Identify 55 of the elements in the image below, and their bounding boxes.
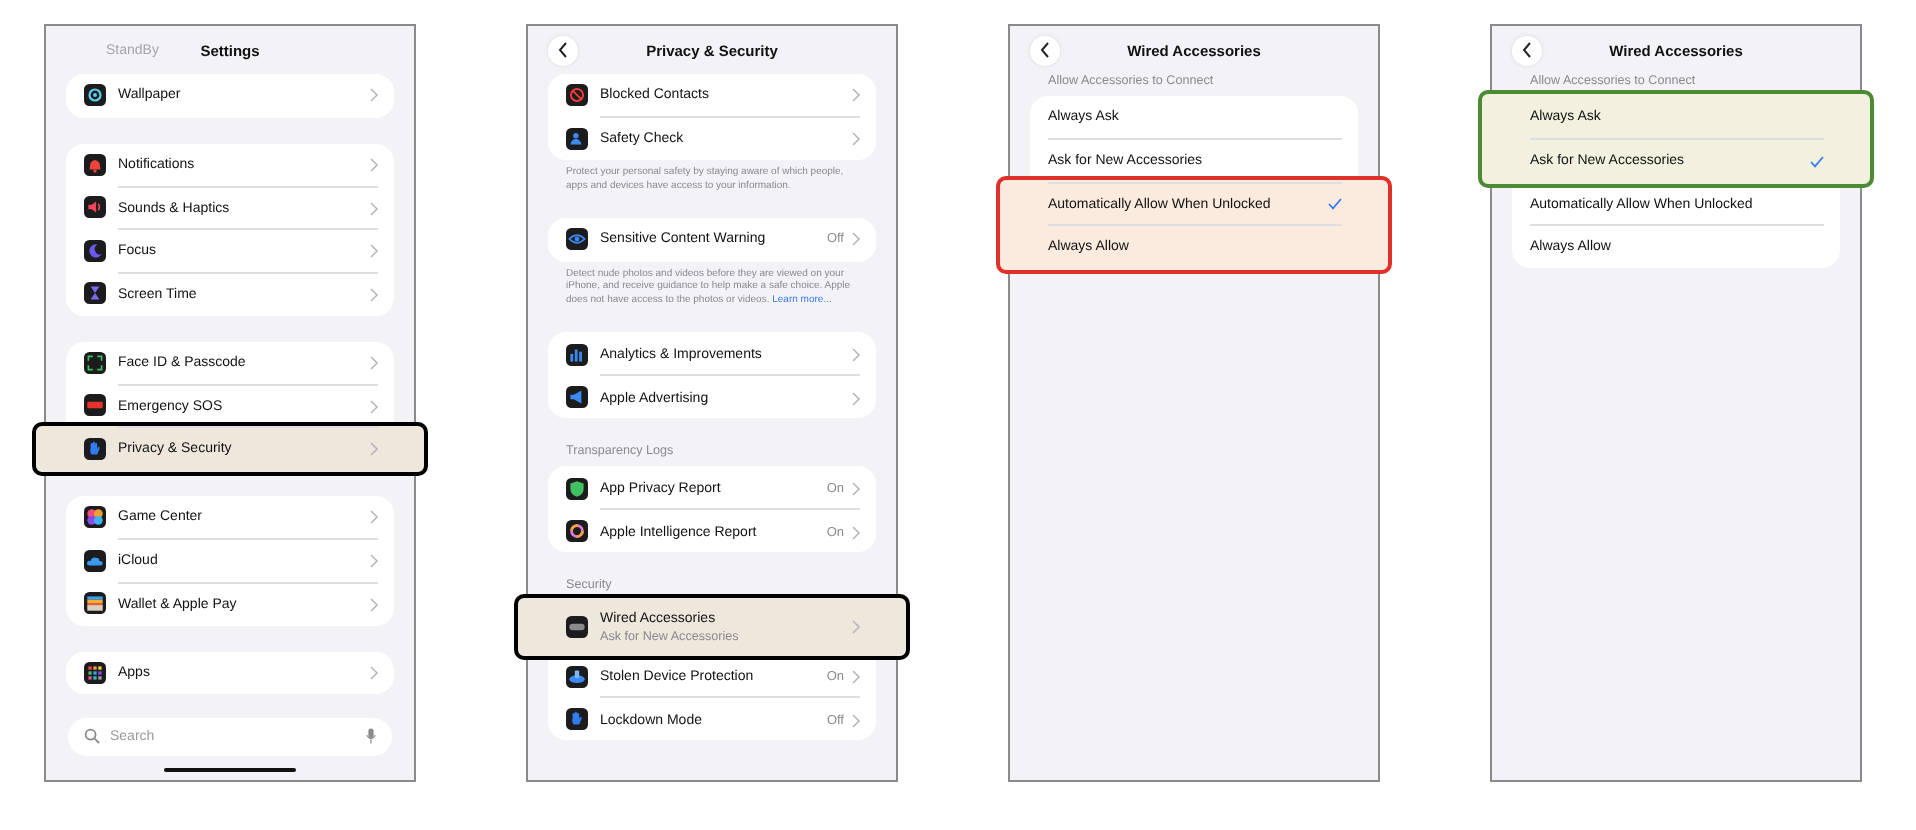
chevron-icon <box>370 442 378 457</box>
chevron-icon <box>852 525 860 540</box>
search-icon <box>84 728 100 744</box>
ring-icon <box>566 520 588 543</box>
hand-icon <box>566 708 588 731</box>
megaphone-icon <box>566 386 588 409</box>
checkmark-icon <box>1328 198 1342 211</box>
chevron-icon <box>370 355 378 370</box>
hand-icon <box>84 437 106 460</box>
person-icon <box>566 127 588 150</box>
chevron-icon <box>852 481 860 496</box>
chevron-icon <box>852 620 860 635</box>
shield-icon <box>566 477 588 500</box>
chevron-icon <box>370 287 378 302</box>
bell-icon <box>84 153 106 176</box>
chevron-icon <box>370 399 378 414</box>
eye-icon <box>566 228 588 251</box>
chevron-icon <box>370 554 378 569</box>
microphone-icon <box>366 728 376 744</box>
chevron-icon <box>852 670 860 685</box>
back-button[interactable] <box>548 35 578 65</box>
chevron-icon <box>852 132 860 147</box>
chevron-icon <box>852 88 860 103</box>
back-chevron-icon <box>1040 42 1050 58</box>
app-grid-icon <box>84 661 106 684</box>
chevron-icon <box>852 232 860 247</box>
chevron-icon <box>852 347 860 362</box>
chevron-icon <box>852 391 860 406</box>
chevron-icon <box>370 597 378 612</box>
back-button[interactable] <box>1512 35 1542 65</box>
blocked-icon <box>566 84 588 107</box>
chevron-icon <box>370 510 378 525</box>
chevron-icon <box>370 201 378 216</box>
port-icon <box>566 616 588 639</box>
flower-icon <box>84 84 106 107</box>
bar-chart-icon <box>566 343 588 366</box>
colored-circles-icon <box>84 506 106 529</box>
chevron-icon <box>370 244 378 259</box>
emergency-icon <box>84 394 106 417</box>
chevron-icon <box>852 713 860 728</box>
back-chevron-icon <box>1522 42 1532 58</box>
back-chevron-icon <box>558 42 568 58</box>
back-button[interactable] <box>1030 35 1060 65</box>
checkmark-icon <box>1810 155 1824 168</box>
cloud-icon <box>84 549 106 572</box>
moon-icon <box>84 239 106 262</box>
chevron-icon <box>370 88 378 103</box>
face-scan-icon <box>84 351 106 374</box>
wallet-icon <box>84 592 106 615</box>
chevron-icon <box>370 157 378 172</box>
home-indicator <box>164 767 296 772</box>
chevron-icon <box>370 665 378 680</box>
speaker-icon <box>84 196 106 219</box>
device-icon <box>566 665 588 688</box>
hourglass-icon <box>84 282 106 305</box>
